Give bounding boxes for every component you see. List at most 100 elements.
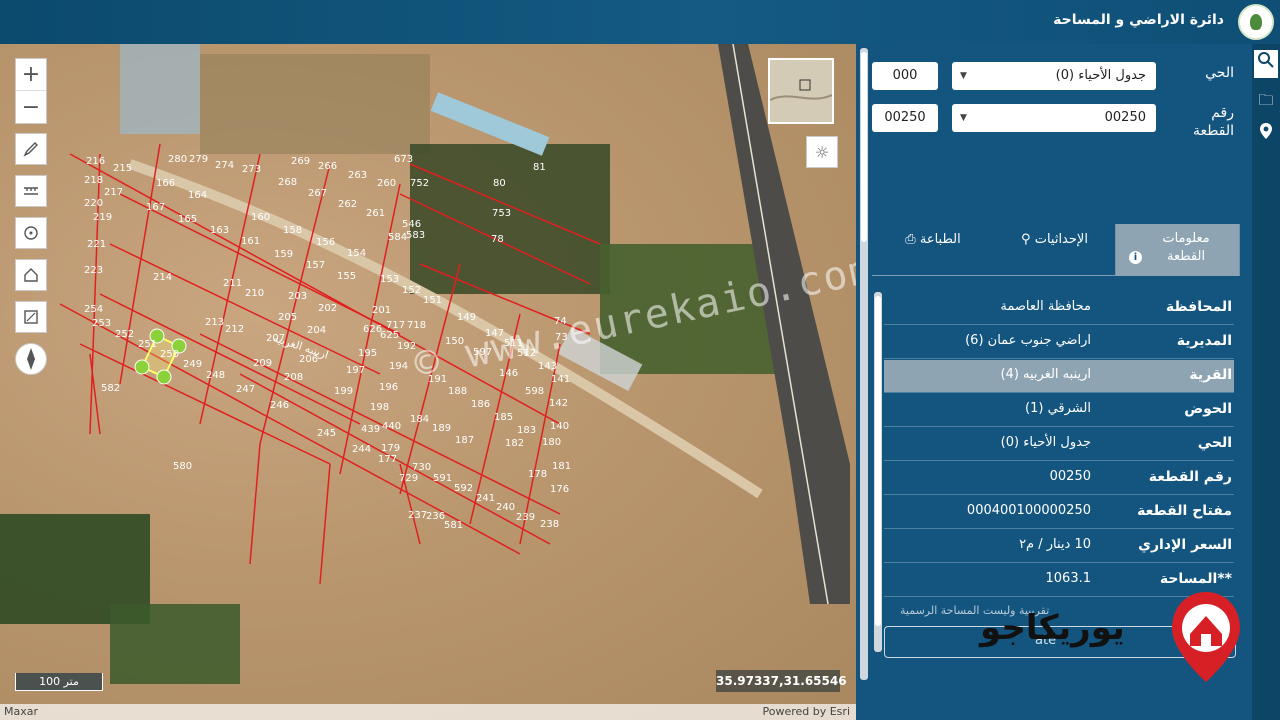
area-measure-button[interactable] <box>15 301 47 333</box>
parcel-number-label[interactable]: 187 <box>455 435 474 446</box>
parcel-number-label[interactable]: 266 <box>318 161 337 172</box>
parcel-code-input[interactable]: 00250 <box>872 104 938 132</box>
parcel-number-label[interactable]: 209 <box>253 358 272 369</box>
parcel-number-label[interactable]: 251 <box>138 339 157 350</box>
parcel-number-label[interactable]: 165 <box>178 214 197 225</box>
parcel-number-label[interactable]: 625 <box>380 330 399 341</box>
parcel-number-label[interactable]: 247 <box>236 384 255 395</box>
parcel-number-label[interactable]: 215 <box>113 163 132 174</box>
parcel-number-label[interactable]: 143 <box>538 361 557 372</box>
parcel-number-label[interactable]: 208 <box>284 372 303 383</box>
parcel-number-label[interactable]: 440 <box>382 421 401 432</box>
hay-select[interactable]: جدول الأحياء (0) ▼ <box>952 62 1156 90</box>
parcel-number-label[interactable]: 217 <box>104 187 123 198</box>
attribution-right[interactable]: Powered by Esri <box>762 704 850 720</box>
parcel-number-label[interactable]: 81 <box>533 162 546 173</box>
parcel-number-label[interactable]: 80 <box>493 178 506 189</box>
parcel-number-label[interactable]: 213 <box>205 317 224 328</box>
parcel-number-label[interactable]: 141 <box>551 374 570 385</box>
location-pin-icon[interactable] <box>1256 122 1276 142</box>
overview-minimap[interactable] <box>768 58 834 124</box>
parcel-number-label[interactable]: 203 <box>288 291 307 302</box>
parcel-number-label[interactable]: 439 <box>361 424 380 435</box>
parcel-number-label[interactable]: 149 <box>457 312 476 323</box>
parcel-number-label[interactable]: 156 <box>316 237 335 248</box>
home-button[interactable] <box>15 259 47 291</box>
parcel-number-label[interactable]: 78 <box>491 234 504 245</box>
parcel-number-label[interactable]: 158 <box>283 225 302 236</box>
parcel-number-label[interactable]: 211 <box>223 278 242 289</box>
parcel-number-label[interactable]: 184 <box>410 414 429 425</box>
parcel-number-label[interactable]: 181 <box>552 461 571 472</box>
dls-logo-icon[interactable] <box>1238 4 1274 40</box>
parcel-number-label[interactable]: 196 <box>379 382 398 393</box>
parcel-number-label[interactable]: 144 <box>0 44 19 47</box>
parcel-number-label[interactable]: 253 <box>92 318 111 329</box>
parcel-number-label[interactable]: 197 <box>346 365 365 376</box>
parcel-number-label[interactable]: 159 <box>274 249 293 260</box>
draw-pencil-button[interactable] <box>15 133 47 165</box>
parcel-number-label[interactable]: 202 <box>318 303 337 314</box>
parcel-number-label[interactable]: 583 <box>406 230 425 241</box>
parcel-number-label[interactable]: 582 <box>101 383 120 394</box>
parcel-number-label[interactable]: 236 <box>426 511 445 522</box>
parcel-number-label[interactable]: 268 <box>278 177 297 188</box>
folder-icon[interactable]: 🗀 <box>1256 90 1276 110</box>
parcel-number-label[interactable]: 584 <box>388 232 407 243</box>
parcel-number-label[interactable]: 154 <box>347 248 366 259</box>
parcel-number-label[interactable]: 274 <box>215 160 234 171</box>
parcel-number-label[interactable]: 237 <box>408 510 427 521</box>
tab-print[interactable]: ⎙ الطباعة <box>872 224 994 276</box>
measure-button[interactable] <box>15 175 47 207</box>
tab-coordinates[interactable]: ⚲ الإحداثيات <box>994 224 1116 276</box>
parcel-number-label[interactable]: 591 <box>433 473 452 484</box>
daylight-button[interactable]: ☼ <box>806 136 838 168</box>
parcel-number-label[interactable]: 279 <box>189 154 208 165</box>
parcel-number-label[interactable]: 673 <box>394 154 413 165</box>
parcel-number-label[interactable]: 204 <box>307 325 326 336</box>
parcel-number-label[interactable]: 166 <box>156 178 175 189</box>
parcel-number-label[interactable]: 183 <box>517 425 536 436</box>
parcel-number-label[interactable]: 238 <box>540 519 559 530</box>
parcel-number-label[interactable]: 261 <box>366 208 385 219</box>
parcel-number-label[interactable]: 164 <box>188 190 207 201</box>
parcel-number-label[interactable]: 199 <box>334 386 353 397</box>
parcel-number-label[interactable]: 240 <box>496 502 515 513</box>
parcel-number-label[interactable]: 267 <box>308 188 327 199</box>
parcel-number-label[interactable]: 223 <box>84 265 103 276</box>
parcel-number-label[interactable]: 142 <box>549 398 568 409</box>
parcel-number-label[interactable]: 263 <box>348 170 367 181</box>
parcel-number-label[interactable]: 592 <box>454 483 473 494</box>
parcel-number-label[interactable]: 212 <box>225 324 244 335</box>
parcel-number-label[interactable]: 167 <box>146 202 165 213</box>
parcel-number-label[interactable]: 254 <box>84 304 103 315</box>
selected-parcel-label[interactable]: 250 <box>160 349 179 360</box>
parcel-number-label[interactable]: 177 <box>378 454 397 465</box>
panel-scrollbar-thumb[interactable] <box>861 52 867 242</box>
locate-button[interactable] <box>15 217 47 249</box>
parcel-number-label[interactable]: 580 <box>173 461 192 472</box>
parcel-number-label[interactable]: 269 <box>291 156 310 167</box>
parcel-number-label[interactable]: 179 <box>381 443 400 454</box>
search-icon[interactable] <box>1254 50 1278 78</box>
parcel-number-label[interactable]: 216 <box>86 156 105 167</box>
parcel-number-label[interactable]: 753 <box>492 208 511 219</box>
parcel-number-label[interactable]: 185 <box>494 412 513 423</box>
panel-scrollbar[interactable] <box>860 48 868 680</box>
parcel-number-label[interactable]: 153 <box>380 274 399 285</box>
compass-button[interactable] <box>15 343 47 375</box>
parcel-number-label[interactable]: 180 <box>542 437 561 448</box>
parcel-number-label[interactable]: 273 <box>242 164 261 175</box>
info-scrollbar-thumb[interactable] <box>875 296 881 626</box>
parcel-number-label[interactable]: 155 <box>337 271 356 282</box>
zoom-out-button[interactable]: − <box>16 91 46 123</box>
tab-parcel-info[interactable]: i معلومات القطعة <box>1116 224 1240 276</box>
parcel-number-label[interactable]: 195 <box>358 348 377 359</box>
parcel-number-label[interactable]: 186 <box>471 399 490 410</box>
map-view[interactable]: 216 215 218 217 220 219 221 223 254 253 252 251 250 2… <box>0 44 856 720</box>
parcel-number-label[interactable]: 151 <box>423 295 442 306</box>
parcel-number-label[interactable]: 241 <box>476 493 495 504</box>
parcel-number-label[interactable]: 239 <box>516 512 535 523</box>
parcel-number-label[interactable]: 546 <box>402 219 421 230</box>
parcel-number-label[interactable]: 581 <box>444 520 463 531</box>
